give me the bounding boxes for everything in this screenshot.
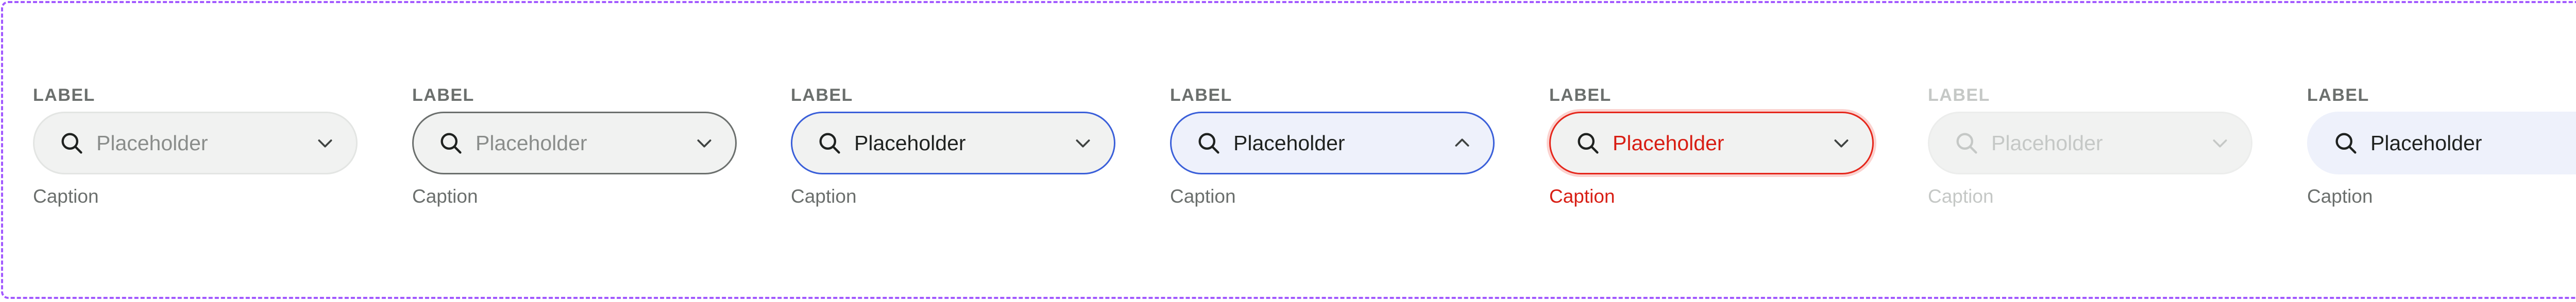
search-icon bbox=[816, 130, 843, 156]
select-value: Placeholder bbox=[96, 131, 208, 155]
select-control[interactable]: Placeholder bbox=[1549, 112, 1874, 174]
select-field-focus: LABEL Placeholder Caption bbox=[791, 85, 1115, 207]
chevron-down-icon bbox=[694, 133, 715, 153]
chevron-down-icon bbox=[2210, 133, 2230, 153]
select-field-error: LABEL Placeholder Caption bbox=[1549, 85, 1874, 207]
select-value: Placeholder bbox=[2370, 131, 2482, 155]
field-caption: Caption bbox=[791, 186, 857, 207]
chevron-down-icon bbox=[1831, 133, 1852, 153]
field-label: LABEL bbox=[1549, 85, 1612, 105]
select-field-disabled: LABEL Placeholder Caption bbox=[1928, 85, 2252, 207]
field-caption: Caption bbox=[33, 186, 99, 207]
select-value: Placeholder bbox=[476, 131, 587, 155]
field-caption: Caption bbox=[412, 186, 478, 207]
search-icon bbox=[1574, 130, 1601, 156]
search-icon bbox=[437, 130, 464, 156]
select-value: Placeholder bbox=[1233, 131, 1345, 155]
select-value: Placeholder bbox=[1613, 131, 1724, 155]
select-control[interactable]: Placeholder bbox=[791, 112, 1115, 174]
select-control[interactable]: Placeholder bbox=[1170, 112, 1495, 174]
field-label: LABEL bbox=[33, 85, 95, 105]
search-icon bbox=[2332, 130, 2359, 156]
field-label: LABEL bbox=[1170, 85, 1232, 105]
select-value: Placeholder bbox=[1991, 131, 2103, 155]
field-caption: Caption bbox=[1549, 186, 1615, 207]
field-label: LABEL bbox=[2307, 85, 2369, 105]
select-field-selected: LABEL Placeholder Caption bbox=[2307, 85, 2576, 207]
search-icon bbox=[58, 130, 85, 156]
search-icon bbox=[1195, 130, 1222, 156]
field-caption: Caption bbox=[1928, 186, 1994, 207]
search-icon bbox=[1953, 130, 1980, 156]
select-field-default: LABEL Placeholder Caption bbox=[33, 85, 358, 207]
chevron-down-icon bbox=[1073, 133, 1093, 153]
chevron-down-icon bbox=[315, 133, 335, 153]
select-field-hover: LABEL Placeholder Caption bbox=[412, 85, 737, 207]
select-control[interactable]: Placeholder bbox=[33, 112, 358, 174]
chevron-up-icon bbox=[1452, 133, 1472, 153]
field-caption: Caption bbox=[2307, 186, 2373, 207]
field-label: LABEL bbox=[791, 85, 853, 105]
select-control[interactable]: Placeholder bbox=[412, 112, 737, 174]
select-control[interactable]: Placeholder bbox=[2307, 112, 2576, 174]
field-label: LABEL bbox=[412, 85, 474, 105]
field-label: LABEL bbox=[1928, 85, 1990, 105]
field-caption: Caption bbox=[1170, 186, 1236, 207]
select-field-open: LABEL Placeholder Caption bbox=[1170, 85, 1495, 207]
select-control: Placeholder bbox=[1928, 112, 2252, 174]
select-value: Placeholder bbox=[854, 131, 966, 155]
